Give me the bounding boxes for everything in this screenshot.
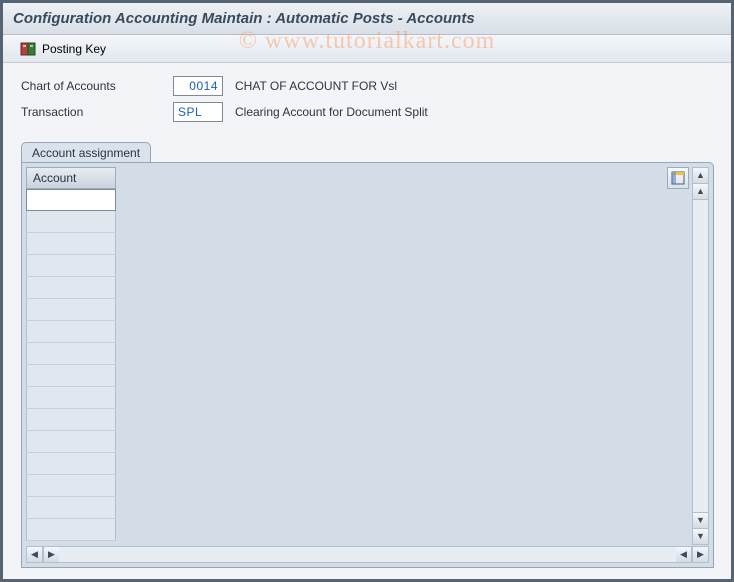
- account-cell[interactable]: [26, 409, 116, 431]
- chart-of-accounts-value[interactable]: 0014: [173, 76, 223, 96]
- posting-key-icon: [20, 41, 36, 57]
- posting-key-label: Posting Key: [42, 42, 106, 56]
- posting-key-button[interactable]: Posting Key: [13, 39, 113, 59]
- chevron-up-icon: ▲: [696, 187, 705, 196]
- chevron-left-icon: ◀: [680, 550, 687, 559]
- account-cell[interactable]: [26, 343, 116, 365]
- scroll-up-button[interactable]: ▲: [693, 168, 708, 184]
- account-cell[interactable]: [26, 277, 116, 299]
- scroll-left-inner-button[interactable]: ◀: [676, 547, 692, 562]
- account-cell[interactable]: [26, 453, 116, 475]
- scroll-right-button[interactable]: ▶: [692, 547, 708, 562]
- chart-of-accounts-desc: CHAT OF ACCOUNT FOR Vsl: [235, 79, 397, 93]
- table-config-button[interactable]: [667, 167, 689, 189]
- table-config-icon: [671, 171, 685, 185]
- chevron-right-icon: ▶: [697, 550, 704, 559]
- account-cell[interactable]: [26, 387, 116, 409]
- account-cell[interactable]: [26, 233, 116, 255]
- account-cell[interactable]: [26, 189, 116, 211]
- account-cell[interactable]: [26, 475, 116, 497]
- transaction-value[interactable]: SPL: [173, 102, 223, 122]
- toolbar: Posting Key: [3, 35, 731, 63]
- chevron-right-icon: ▶: [48, 550, 55, 559]
- chevron-down-icon: ▼: [696, 532, 705, 541]
- chevron-left-icon: ◀: [31, 550, 38, 559]
- scroll-up-button-2[interactable]: ▲: [693, 184, 708, 200]
- content-area: Chart of Accounts 0014 CHAT OF ACCOUNT F…: [3, 63, 731, 578]
- title-bar: Configuration Accounting Maintain : Auto…: [3, 3, 731, 35]
- transaction-label: Transaction: [21, 105, 173, 119]
- scroll-down-button[interactable]: ▼: [693, 528, 708, 544]
- transaction-desc: Clearing Account for Document Split: [235, 105, 428, 119]
- scroll-right-inner-button[interactable]: ▶: [43, 547, 59, 562]
- account-cell[interactable]: [26, 365, 116, 387]
- chart-of-accounts-label: Chart of Accounts: [21, 79, 173, 93]
- account-cell[interactable]: [26, 431, 116, 453]
- horizontal-scrollbar[interactable]: ◀ ▶ ◀ ▶: [26, 546, 709, 563]
- panel-title: Account assignment: [21, 142, 151, 163]
- page-title: Configuration Accounting Maintain : Auto…: [13, 10, 721, 27]
- chevron-up-icon: ▲: [696, 171, 705, 180]
- scroll-left-button[interactable]: ◀: [27, 547, 43, 562]
- account-cell[interactable]: [26, 255, 116, 277]
- chevron-down-icon: ▼: [696, 516, 705, 525]
- account-assignment-panel: Account ▲ ▲ ▼ ▼: [21, 162, 714, 568]
- scroll-down-button-2[interactable]: ▼: [693, 512, 708, 528]
- account-cell[interactable]: [26, 321, 116, 343]
- account-cell[interactable]: [26, 299, 116, 321]
- grid-body: [26, 189, 691, 541]
- account-cell[interactable]: [26, 497, 116, 519]
- grid: Account: [26, 167, 691, 545]
- vertical-scrollbar[interactable]: ▲ ▲ ▼ ▼: [692, 167, 709, 545]
- account-cell[interactable]: [26, 211, 116, 233]
- field-transaction: Transaction SPL Clearing Account for Doc…: [21, 101, 717, 123]
- grid-header-row: Account: [26, 167, 691, 189]
- field-chart-of-accounts: Chart of Accounts 0014 CHAT OF ACCOUNT F…: [21, 75, 717, 97]
- column-header-account[interactable]: Account: [26, 167, 116, 189]
- account-cell[interactable]: [26, 519, 116, 541]
- account-assignment-panel-wrap: Account assignment Account ▲ ▲: [21, 141, 714, 568]
